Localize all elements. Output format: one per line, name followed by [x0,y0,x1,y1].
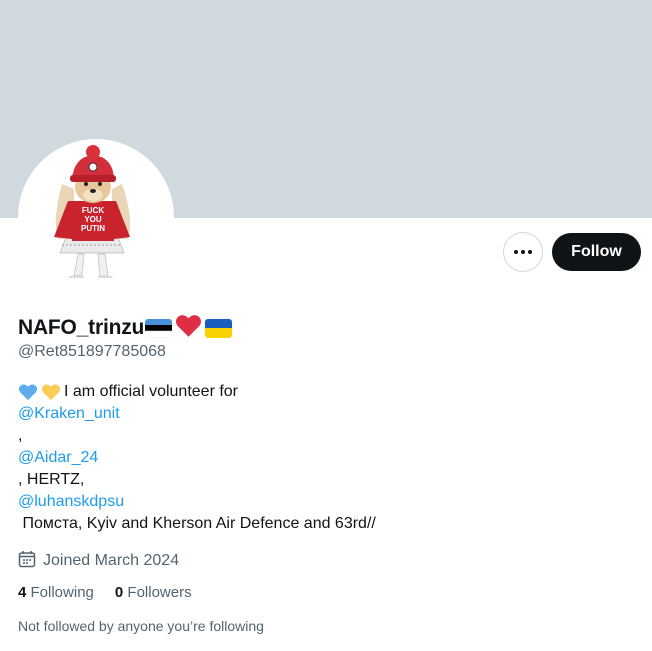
dot-icon [528,250,532,254]
more-options-button[interactable] [503,232,543,272]
nafo-dog-avatar-image: FUCK YOU PUTIN [54,145,130,278]
blue-heart-icon [18,383,38,401]
follow-stats: 4 Following 0 Followers [18,584,213,601]
followers-count: 0 [114,584,124,601]
yellow-heart-icon [41,383,61,401]
joined-text: Joined March 2024 [43,551,180,569]
avatar-sweater-text-1: FUCK [82,206,104,215]
ukraine-flag-icon [205,318,233,338]
followers-label: Followers [127,584,192,601]
following-link[interactable]: 4 Following [18,584,94,601]
estonia-flag-icon [145,318,173,338]
bio-text: Помста, Kyiv and Kherson Air Defence and… [18,515,376,532]
profile-name-row: NAFO_trinzu [18,313,233,343]
bio-text: , HERTZ, [18,471,85,488]
follow-button[interactable]: Follow [552,233,641,271]
avatar-sweater-text-2: YOU [84,215,102,224]
joined-date: Joined March 2024 [18,548,179,573]
bio-separator: , [18,427,23,444]
avatar-sweater-text-3: PUTIN [81,224,105,233]
profile-handle: @Ret851897785068 [18,343,166,360]
calendar-icon [18,550,36,573]
mention-link[interactable]: @luhanskdpsu [18,491,124,513]
followers-link[interactable]: 0 Followers [115,584,192,601]
following-label: Following [30,584,94,601]
dot-icon [514,250,518,254]
red-heart-icon [175,313,202,343]
bio-intro: I am official volunteer for [64,383,239,400]
display-name: NAFO_trinzu [18,316,145,339]
dot-icon [521,250,525,254]
mention-link[interactable]: @Aidar_24 [18,447,98,469]
following-count: 4 [18,584,27,601]
mention-link[interactable]: @Kraken_unit [18,403,120,425]
profile-bio: I am official volunteer for @Kraken_unit… [18,381,638,535]
profile-avatar[interactable]: FUCK YOU PUTIN [18,139,174,295]
not-followed-note: Not followed by anyone you’re following [18,618,264,634]
